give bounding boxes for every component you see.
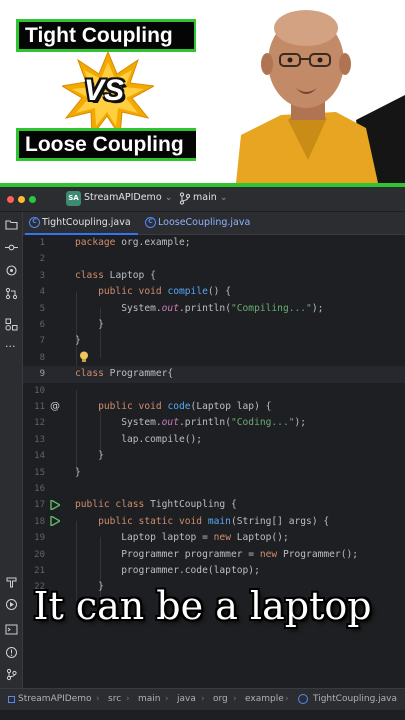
java-class-icon: C [29,217,40,228]
thumbnail-header: Tight Coupling VS Loose Coupling [0,0,405,183]
code-line: 5 System.out.println("Compiling..."); [39,302,324,314]
breadcrumb-item[interactable]: StreamAPIDemo [18,689,92,710]
navigation-breadcrumb: StreamAPIDemo › src › main › java › org … [0,688,405,710]
code-line: 13 lap.compile(); [34,433,203,445]
tab-loosecoupling-java[interactable]: C LooseCoupling.java [141,212,261,235]
code-line: 18 public static void main(String[] args… [34,515,330,527]
module-icon [8,696,15,703]
presenter-image [196,0,405,183]
code-line: 14 } [34,450,104,462]
chevron-right-icon: › [126,694,130,704]
code-line: 17 public class TightCoupling { [34,499,237,511]
chevron-right-icon: › [285,694,289,704]
branch-selector[interactable]: main ⌄ [193,192,228,203]
code-line: 11 public void code(Laptop lap) { [34,401,272,412]
code-line: 19 Laptop laptop = new Laptop(); [34,532,289,544]
java-class-icon: C [145,217,156,228]
vs-label: VS [84,74,125,107]
java-class-icon [298,694,308,704]
chevron-right-icon: › [96,694,100,704]
breadcrumb-item[interactable]: org [213,689,228,710]
run-gutter-icon[interactable] [50,516,60,526]
chevron-right-icon: › [233,694,237,704]
more-icon[interactable]: ··· [5,340,16,353]
code-line: 1 package org.example; [39,237,191,248]
minimize-window-icon[interactable] [18,196,25,203]
breadcrumb-item[interactable]: example [245,689,284,710]
tab-label: LooseCoupling.java [158,217,251,228]
intention-bulb-icon[interactable] [79,348,89,362]
run-gutter-icon[interactable] [50,500,60,510]
code-line: 16 [34,484,45,494]
chevron-right-icon: › [165,694,169,704]
project-selector[interactable]: StreamAPIDemo ⌄ [84,192,173,203]
code-line-current: 9 class Programmer{ [23,366,405,383]
project-badge[interactable]: SA [66,191,81,206]
code-line: 2 [39,254,45,265]
chevron-down-icon: ⌄ [219,192,228,203]
close-window-icon[interactable] [7,196,14,203]
breadcrumb-item[interactable]: main [138,689,161,710]
code-line: 21 programmer.code(laptop); [34,565,260,576]
code-line: 12 System.out.println("Coding..."); [34,417,307,429]
code-line: 4 public void compile() { [39,286,231,298]
code-line: 15} [34,466,81,478]
title-loose-coupling: Loose Coupling [16,128,204,161]
breadcrumb-item[interactable]: src [108,689,121,710]
code-line: 3 class Laptop { [39,269,156,281]
plugins-icon[interactable] [5,318,18,331]
project-name: StreamAPIDemo [84,192,162,203]
breadcrumb-item[interactable]: TightCoupling.java [313,689,397,710]
branch-name: main [193,192,217,203]
editor-tabs: C TightCoupling.java C LooseCoupling.jav… [23,212,405,235]
title-tight-coupling: Tight Coupling [16,19,197,52]
video-caption: It can be a laptop [33,584,372,628]
git-branch-icon[interactable] [179,192,191,205]
code-line: 6 } [39,319,104,330]
structure-icon[interactable] [5,264,18,277]
chevron-down-icon: ⌄ [164,192,173,203]
maximize-window-icon[interactable] [29,196,36,203]
ide-titlebar: SA StreamAPIDemo ⌄ main ⌄ [0,187,405,212]
folder-icon[interactable] [5,218,18,231]
annotation-icon[interactable]: @ [50,399,60,415]
git-icon[interactable] [5,668,18,681]
breadcrumb-item[interactable]: java [177,689,196,710]
code-line: 10 [34,385,45,396]
tab-label: TightCoupling.java [42,217,131,228]
commit-icon[interactable] [5,241,18,254]
footer-strip [0,710,405,720]
pull-requests-icon[interactable] [5,287,18,300]
chevron-right-icon: › [201,694,205,704]
code-line: 20 Programmer programmer = new Programme… [34,548,359,560]
tab-tightcoupling-java[interactable]: C TightCoupling.java [25,212,138,235]
problems-icon[interactable] [5,646,18,659]
